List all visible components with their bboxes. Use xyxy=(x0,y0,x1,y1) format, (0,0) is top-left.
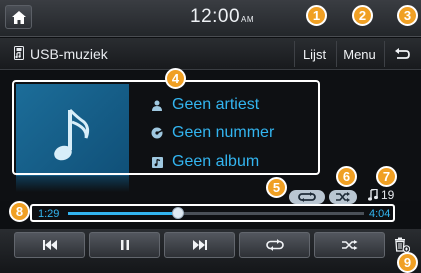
playback-controls xyxy=(0,229,421,273)
track-label: Geen nummer xyxy=(172,124,275,141)
music-note-icon xyxy=(368,189,378,201)
music-disc-icon xyxy=(150,126,164,140)
callout-5: 5 xyxy=(266,177,287,198)
pause-icon xyxy=(120,240,129,250)
pause-button[interactable] xyxy=(89,232,160,258)
previous-button[interactable] xyxy=(14,232,85,258)
progress-fill xyxy=(68,212,178,215)
next-button[interactable] xyxy=(164,232,235,258)
source-label: USB-muziek xyxy=(30,46,108,62)
callout-3: 3 xyxy=(397,5,418,26)
skip-next-icon xyxy=(192,240,207,250)
album-label: Geen album xyxy=(172,153,260,170)
menu-button[interactable]: Menu xyxy=(336,41,382,67)
album-row: Geen album xyxy=(150,151,259,173)
clock-ampm: AM xyxy=(241,15,255,24)
track-count-value: 19 xyxy=(381,188,395,202)
list-button[interactable]: Lijst xyxy=(294,41,334,67)
track-row: Geen nummer xyxy=(150,122,274,144)
shuffle-indicator xyxy=(329,190,357,204)
media-screen: 12:00AM USB-muziek Lijst Menu Geen artie… xyxy=(0,0,421,273)
shuffle-icon xyxy=(341,240,357,250)
callout-4: 4 xyxy=(165,68,186,89)
callout-6: 6 xyxy=(336,166,357,187)
clock-time: 12:00 xyxy=(190,6,241,27)
elapsed-time: 1:29 xyxy=(38,208,60,220)
repeat-button[interactable] xyxy=(239,232,310,258)
home-button[interactable] xyxy=(5,5,32,29)
total-time: 4:04 xyxy=(369,208,391,220)
person-icon xyxy=(150,98,164,112)
callout-1: 1 xyxy=(306,5,327,26)
clock: 12:00AM xyxy=(190,6,254,28)
callout-2: 2 xyxy=(352,5,373,26)
repeat-icon xyxy=(298,192,316,202)
media-header: USB-muziek Lijst Menu xyxy=(0,38,421,70)
usb-icon xyxy=(14,46,24,60)
progress-bar[interactable] xyxy=(68,212,364,215)
callout-7: 7 xyxy=(376,166,397,187)
callout-9: 9 xyxy=(397,252,418,273)
home-icon xyxy=(12,11,26,24)
back-arrow-icon xyxy=(394,48,410,59)
shuffle-button[interactable] xyxy=(314,232,385,258)
album-icon xyxy=(150,155,164,169)
artist-row: Geen artiest xyxy=(150,94,259,116)
track-count: 19 xyxy=(368,188,394,202)
shuffle-icon xyxy=(336,192,350,202)
skip-previous-icon xyxy=(42,240,57,250)
back-button[interactable] xyxy=(384,41,418,67)
repeat-icon xyxy=(265,239,284,251)
callout-8: 8 xyxy=(9,201,30,222)
artist-label: Geen artiest xyxy=(172,96,260,113)
trash-icon xyxy=(395,237,410,253)
progress-thumb[interactable] xyxy=(172,207,184,219)
album-art-reflection xyxy=(16,176,129,192)
repeat-indicator xyxy=(289,190,325,204)
